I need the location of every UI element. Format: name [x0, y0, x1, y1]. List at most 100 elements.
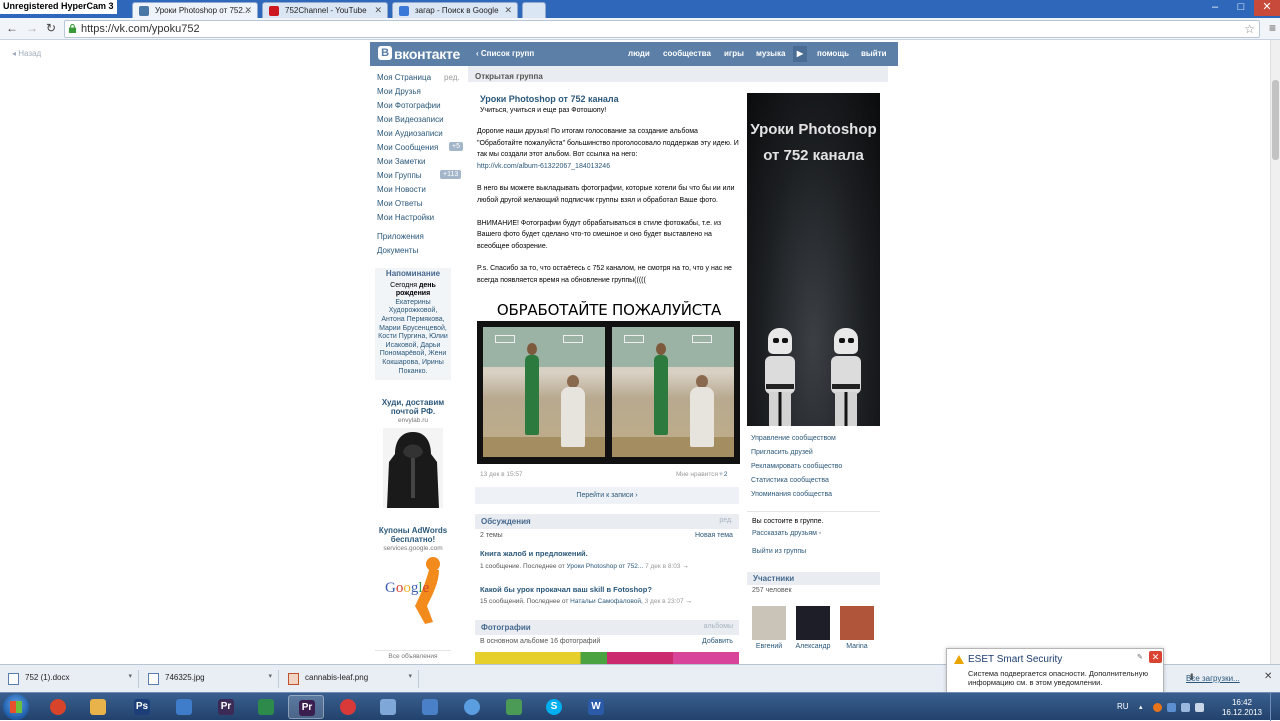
- leave-group-link[interactable]: Выйти из группы: [752, 548, 806, 555]
- taskbar-skype[interactable]: S: [536, 695, 572, 719]
- avatar[interactable]: [796, 606, 830, 640]
- menu-my-news[interactable]: Мои Новости: [377, 185, 426, 194]
- photo-thumbnails[interactable]: [475, 652, 739, 664]
- address-bar[interactable]: https://vk.com/ypoku752 ☆: [64, 20, 1260, 38]
- pin-icon[interactable]: ✎: [1137, 653, 1143, 661]
- eset-notification[interactable]: ESET Smart Security ✎ ✕ Система подверга…: [946, 648, 1164, 693]
- nav-logout[interactable]: выйти: [861, 49, 887, 58]
- bookmark-star-icon[interactable]: ☆: [1244, 22, 1255, 36]
- taskbar-recorder[interactable]: [330, 695, 366, 719]
- taskbar-word[interactable]: W: [578, 695, 614, 719]
- menu-my-groups[interactable]: Мои Группы: [377, 171, 422, 180]
- tab-youtube[interactable]: 752Channel - YouTube ✕: [262, 2, 388, 18]
- menu-my-videos[interactable]: Мои Видеозаписи: [377, 115, 444, 124]
- menu-my-notes[interactable]: Мои Заметки: [377, 157, 426, 166]
- all-ads-link[interactable]: Все объявления: [375, 650, 451, 660]
- back-arrow-icon[interactable]: ←: [4, 21, 20, 37]
- menu-my-friends[interactable]: Мои Друзья: [377, 87, 421, 96]
- member-card[interactable]: Александр: [793, 606, 833, 650]
- vk-logo[interactable]: Ввконтакте: [378, 46, 460, 62]
- taskbar-tool[interactable]: [166, 695, 202, 719]
- close-window-icon[interactable]: ✕: [1254, 0, 1280, 16]
- close-icon[interactable]: ✕: [244, 5, 252, 16]
- all-downloads-link[interactable]: Все загрузки...: [1186, 674, 1240, 683]
- taskbar-app-blue[interactable]: [370, 695, 406, 719]
- close-icon[interactable]: ✕: [1149, 651, 1162, 663]
- back-link[interactable]: ◂ Назад: [12, 49, 41, 58]
- photos-header[interactable]: Фотографии альбомы: [475, 620, 739, 635]
- network-icon[interactable]: [1181, 703, 1190, 712]
- forward-arrow-icon[interactable]: →: [24, 21, 40, 37]
- maximize-icon[interactable]: □: [1228, 0, 1254, 16]
- clock[interactable]: 16:42 16.12.2013: [1220, 698, 1264, 718]
- community-stats-link[interactable]: Статистика сообщества: [751, 477, 829, 484]
- tell-friends-link[interactable]: Рассказать друзьям ▪: [752, 530, 821, 537]
- taskbar-chrome[interactable]: [40, 695, 76, 719]
- topic-author[interactable]: Уроки Photoshop от 752...: [567, 563, 644, 570]
- language-indicator[interactable]: RU: [1117, 702, 1129, 711]
- edit-link[interactable]: ред.: [444, 73, 460, 82]
- topic-title[interactable]: Книга жалоб и предложений.: [480, 549, 588, 558]
- taskbar-app-arrow[interactable]: [412, 695, 448, 719]
- taskbar-app-green2[interactable]: [496, 695, 532, 719]
- go-to-posts-button[interactable]: Перейти к записи ›: [475, 487, 739, 504]
- topic-author[interactable]: Натальи Самофаловой,: [570, 598, 643, 605]
- menu-apps[interactable]: Приложения: [377, 232, 424, 241]
- nav-music[interactable]: музыка: [756, 49, 785, 58]
- groups-list-link[interactable]: ‹ Список групп: [476, 49, 534, 58]
- member-name[interactable]: Александр: [793, 643, 833, 650]
- tab-vk[interactable]: Уроки Photoshop от 752... ✕: [132, 2, 258, 18]
- menu-my-photos[interactable]: Мои Фотографии: [377, 101, 441, 110]
- add-photo-link[interactable]: Добавить: [702, 638, 733, 645]
- tray-arrow-icon[interactable]: ▴: [1139, 703, 1148, 712]
- invite-friends-link[interactable]: Пригласить друзей: [751, 449, 813, 456]
- taskbar-premiere-2[interactable]: Pr: [288, 695, 324, 719]
- member-card[interactable]: Marina: [837, 606, 877, 650]
- tab-google[interactable]: загар - Поиск в Google ✕: [392, 2, 518, 18]
- avatar[interactable]: [840, 606, 874, 640]
- taskbar-premiere[interactable]: Pr: [208, 695, 244, 719]
- taskbar-app-green[interactable]: [248, 695, 284, 719]
- ad-hoodie[interactable]: Худи, доставим почтой РФ. envylab.ru: [375, 398, 451, 510]
- scrollbar-thumb[interactable]: [1272, 80, 1279, 160]
- new-tab-button[interactable]: [522, 2, 546, 18]
- ad-adwords[interactable]: Купоны AdWords бесплатно! services.googl…: [375, 526, 451, 632]
- taskbar-photoshop[interactable]: Ps: [124, 695, 160, 719]
- album-link[interactable]: http://vk.com/album-61322067_184013246: [477, 163, 610, 170]
- albums-link[interactable]: альбомы: [704, 623, 733, 630]
- member-name[interactable]: Marina: [837, 643, 877, 650]
- menu-my-messages[interactable]: Мои Сообщения: [377, 143, 438, 152]
- minimize-icon[interactable]: –: [1202, 0, 1228, 16]
- new-topic-link[interactable]: Новая тема: [695, 532, 733, 539]
- close-icon[interactable]: ✕: [1264, 671, 1272, 682]
- menu-my-page[interactable]: Моя Страница: [377, 73, 431, 82]
- avatar[interactable]: [752, 606, 786, 640]
- tray-app-icon[interactable]: [1167, 703, 1176, 712]
- member-card[interactable]: Евгений: [749, 606, 789, 650]
- eset-tray-icon[interactable]: [1153, 703, 1162, 712]
- show-desktop-button[interactable]: [1270, 693, 1280, 721]
- messages-badge[interactable]: +5: [449, 142, 463, 151]
- chevron-down-icon[interactable]: ▾: [408, 672, 412, 680]
- members-header[interactable]: Участники: [747, 572, 880, 585]
- reload-icon[interactable]: ↻: [43, 21, 59, 37]
- nav-people[interactable]: люди: [628, 49, 650, 58]
- play-icon[interactable]: ▶: [793, 46, 807, 62]
- download-item[interactable]: 752 (1).docx ▾: [0, 670, 136, 688]
- volume-icon[interactable]: [1195, 703, 1204, 712]
- taskbar-itunes[interactable]: [454, 695, 490, 719]
- taskbar-explorer[interactable]: [80, 695, 116, 719]
- member-name[interactable]: Евгений: [749, 643, 789, 650]
- discussions-header[interactable]: Обсуждения ред.: [475, 514, 739, 529]
- download-item[interactable]: cannabis-leaf.png ▾: [280, 670, 416, 688]
- arrow-right-icon[interactable]: →: [682, 563, 689, 570]
- close-icon[interactable]: ✕: [504, 5, 512, 16]
- manage-community-link[interactable]: Управление сообществом: [751, 435, 836, 442]
- discussions-edit-link[interactable]: ред.: [719, 517, 733, 524]
- topic-title[interactable]: Какой бы урок прокачал ваш skill в Fotos…: [480, 585, 652, 594]
- groups-badge[interactable]: +113: [440, 170, 462, 179]
- download-item[interactable]: 746325.jpg ▾: [140, 670, 276, 688]
- reminder-names[interactable]: Екатерины Худорожковой, Антона Пермякова…: [377, 299, 449, 376]
- post-image[interactable]: [477, 321, 740, 464]
- advertise-community-link[interactable]: Рекламировать сообщество: [751, 463, 842, 470]
